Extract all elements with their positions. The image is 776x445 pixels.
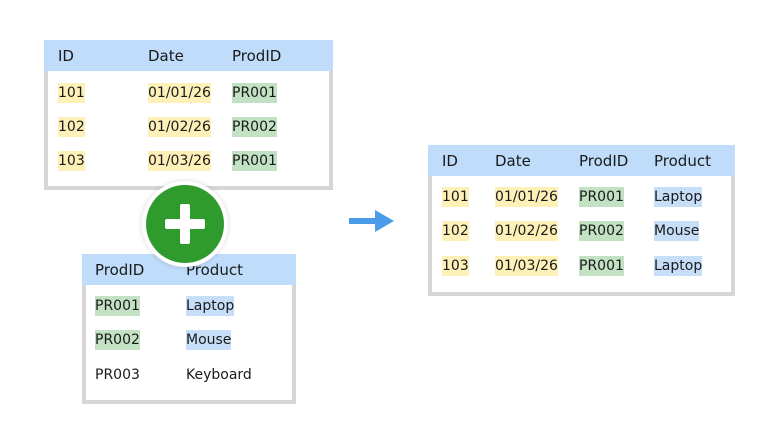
orders-row-1-date: 01/01/26 bbox=[148, 83, 211, 103]
result-header-id: ID bbox=[442, 152, 458, 170]
orders-row-1-id: 101 bbox=[58, 83, 85, 103]
result-header-date: Date bbox=[495, 152, 531, 170]
result-row-3-prodid: PR001 bbox=[579, 256, 624, 276]
products-header-prodid: ProdID bbox=[95, 261, 145, 279]
orders-row-3-date: 01/03/26 bbox=[148, 151, 211, 171]
result-row-1-date: 01/01/26 bbox=[495, 187, 558, 207]
result-row-3-date: 01/03/26 bbox=[495, 256, 558, 276]
products-row-3-prodid: PR003 bbox=[95, 367, 140, 383]
products-row-3-product: Keyboard bbox=[186, 367, 252, 383]
result-row-2-id: 102 bbox=[442, 221, 469, 241]
orders-row-2-id: 102 bbox=[58, 117, 85, 137]
products-table: ProdID Product PR001 Laptop PR002 Mouse … bbox=[82, 254, 296, 404]
plus-icon-vertical-bar bbox=[180, 204, 190, 244]
orders-header-id: ID bbox=[58, 47, 74, 65]
result-row-3-id: 103 bbox=[442, 256, 469, 276]
orders-row-2-prodid: PR002 bbox=[232, 117, 277, 137]
products-row-2-product: Mouse bbox=[186, 330, 232, 350]
orders-table: ID Date ProdID 101 01/01/26 PR001 102 01… bbox=[44, 40, 333, 190]
plus-icon-disc bbox=[146, 185, 224, 263]
result-row-2-product: Mouse bbox=[654, 221, 700, 241]
orders-header-prodid: ProdID bbox=[232, 47, 282, 65]
orders-header-date: Date bbox=[148, 47, 184, 65]
orders-row-3-prodid: PR001 bbox=[232, 151, 277, 171]
orders-row-2-date: 01/02/26 bbox=[148, 117, 211, 137]
products-row-1-prodid: PR001 bbox=[95, 296, 140, 316]
orders-row-3-id: 103 bbox=[58, 151, 85, 171]
plus-icon bbox=[142, 181, 228, 267]
products-row-2-prodid: PR002 bbox=[95, 330, 140, 350]
result-header-prodid: ProdID bbox=[579, 152, 629, 170]
products-row-1-product: Laptop bbox=[186, 296, 235, 316]
result-table: ID Date ProdID Product 101 01/01/26 PR00… bbox=[428, 145, 735, 296]
result-header-product: Product bbox=[654, 152, 711, 170]
result-row-3-product: Laptop bbox=[654, 256, 703, 276]
result-row-2-prodid: PR002 bbox=[579, 221, 624, 241]
result-row-1-prodid: PR001 bbox=[579, 187, 624, 207]
result-row-1-id: 101 bbox=[442, 187, 469, 207]
arrow-right-icon bbox=[349, 210, 394, 232]
orders-table-header bbox=[44, 40, 333, 71]
result-row-2-date: 01/02/26 bbox=[495, 221, 558, 241]
orders-row-1-prodid: PR001 bbox=[232, 83, 277, 103]
result-row-1-product: Laptop bbox=[654, 187, 703, 207]
